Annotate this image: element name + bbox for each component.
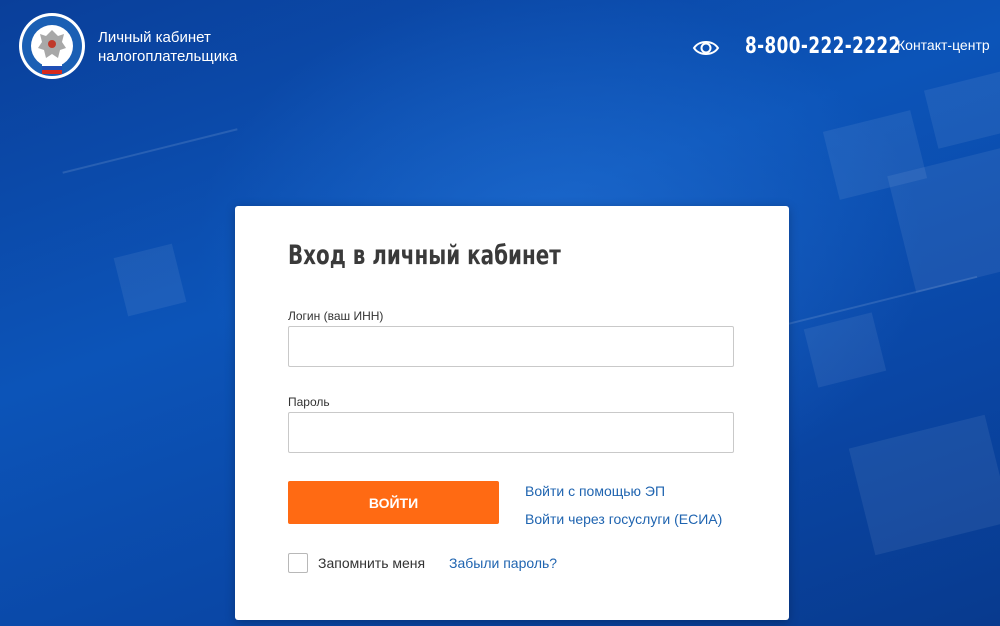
remember-me-checkbox[interactable] [288, 553, 308, 573]
login-field-label: Логин (ваш ИНН) [288, 309, 384, 323]
forgot-password-link[interactable]: Забыли пароль? [449, 555, 557, 571]
login-ep-link[interactable]: Войти с помощью ЭП [525, 483, 665, 499]
fns-emblem-icon[interactable] [18, 12, 86, 80]
password-field-label: Пароль [288, 395, 330, 409]
remember-me-label[interactable]: Запомнить меня [318, 555, 425, 571]
login-submit-button[interactable]: ВОЙТИ [288, 481, 499, 524]
login-input[interactable] [288, 326, 734, 367]
hotline-phone[interactable]: 8-800-222-2222 [745, 34, 901, 59]
password-input[interactable] [288, 412, 734, 453]
login-title: Вход в личный кабинет [288, 240, 561, 271]
login-card: Вход в личный кабинет Логин (ваш ИНН) Па… [235, 206, 789, 620]
brand-title: Личный кабинет налогоплательщика [98, 28, 237, 66]
brand-line-2: налогоплательщика [98, 48, 238, 65]
login-esia-link[interactable]: Войти через госуслуги (ЕСИА) [525, 511, 722, 527]
contact-center-link[interactable]: Контакт-центр [897, 37, 990, 53]
eye-icon[interactable] [692, 37, 720, 59]
brand-line-1: Личный кабинет [98, 29, 211, 46]
